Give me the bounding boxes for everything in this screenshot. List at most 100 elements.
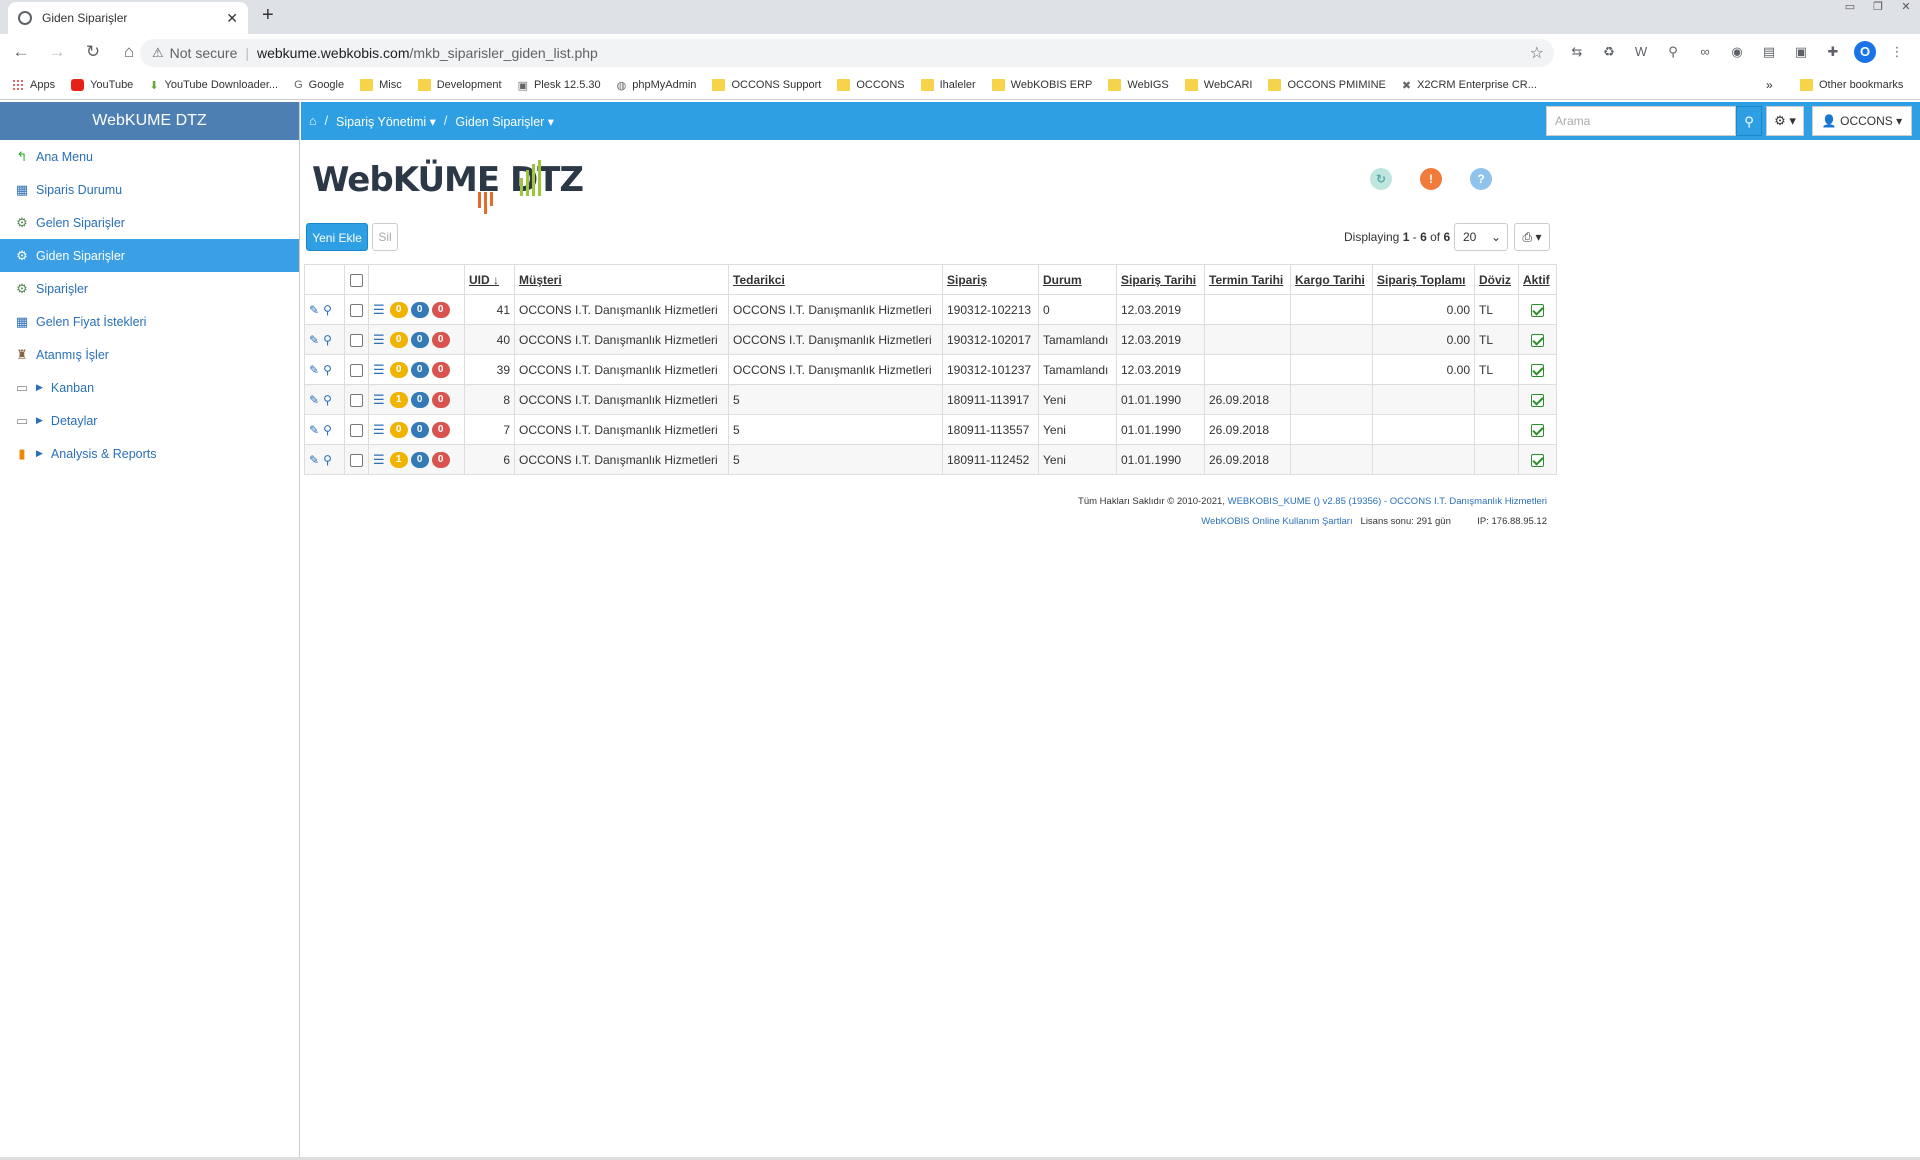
bookmark-x2crm[interactable]: ✖ X2CRM Enterprise CR...: [1402, 79, 1537, 92]
bookmark-webkobis-erp[interactable]: WebKOBIS ERP: [991, 78, 1092, 91]
aktif-checkbox[interactable]: [1531, 333, 1544, 347]
header-uid[interactable]: UID ↓: [464, 264, 515, 295]
bookmark-phpmyadmin[interactable]: ◍ phpMyAdmin: [617, 79, 697, 92]
breadcrumb-giden-siparisler[interactable]: Giden Siparişler ▾: [455, 114, 554, 129]
header-termin-tarihi[interactable]: Termin Tarihi: [1204, 264, 1291, 295]
header-siparis-tarihi[interactable]: Sipariş Tarihi: [1116, 264, 1205, 295]
badge-red[interactable]: 0: [431, 391, 450, 408]
edit-pencil-icon[interactable]: ✎: [309, 333, 319, 347]
badge-blue[interactable]: 0: [410, 421, 429, 438]
edit-pencil-icon[interactable]: ✎: [309, 363, 319, 377]
terms-link[interactable]: WebKOBIS Online Kullanım Şartları: [1201, 516, 1352, 527]
row-checkbox[interactable]: [350, 333, 363, 347]
bookmark-google[interactable]: G Google: [294, 79, 344, 91]
list-icon[interactable]: ☰: [373, 302, 385, 318]
aktif-checkbox[interactable]: [1531, 453, 1544, 467]
html-extension-icon[interactable]: ▤: [1758, 41, 1780, 63]
add-new-button[interactable]: Yeni Ekle: [306, 223, 368, 251]
sidebar-item-siparis-durumu[interactable]: ▦ Siparis Durumu: [0, 173, 299, 206]
user-menu-button[interactable]: 👤 OCCONS ▾: [1812, 106, 1912, 136]
back-icon[interactable]: ←: [6, 42, 36, 62]
list-icon[interactable]: ☰: [373, 392, 385, 408]
refresh-circle-icon[interactable]: ↻: [1370, 168, 1392, 190]
sidebar-brand[interactable]: WebKUME DTZ: [0, 102, 299, 140]
badge-yellow[interactable]: 0: [389, 361, 408, 378]
bookmark-youtube-downloader[interactable]: ⬇ YouTube Downloader...: [149, 79, 278, 92]
delete-button[interactable]: Sil: [372, 223, 398, 251]
view-magnifier-icon[interactable]: ⚲: [323, 333, 332, 347]
search-icon[interactable]: ⚲: [1736, 106, 1762, 136]
badge-yellow[interactable]: 0: [389, 421, 408, 438]
sidebar-item-kanban[interactable]: ▭ ▶ Kanban: [0, 371, 299, 404]
badge-red[interactable]: 0: [431, 301, 450, 318]
header-doviz[interactable]: Döviz: [1474, 264, 1519, 295]
header-tedarikci[interactable]: Tedarikci: [728, 264, 943, 295]
badge-red[interactable]: 0: [431, 331, 450, 348]
search-input[interactable]: Arama: [1546, 106, 1736, 136]
close-window-icon[interactable]: ✕: [1892, 0, 1920, 18]
sidebar-item-atanmis-isler[interactable]: ♜ Atanmış İşler: [0, 338, 299, 371]
wordpress-extension-icon[interactable]: W: [1630, 41, 1652, 63]
badge-yellow[interactable]: 1: [389, 391, 408, 408]
bookmark-webigs[interactable]: WebIGS: [1108, 78, 1169, 91]
header-kargo-tarihi[interactable]: Kargo Tarihi: [1290, 264, 1373, 295]
alert-circle-icon[interactable]: !: [1420, 168, 1442, 190]
bookmark-ihaleler[interactable]: Ihaleler: [920, 78, 976, 91]
list-icon[interactable]: ☰: [373, 362, 385, 378]
address-bar[interactable]: ⚠ Not secure | webkume.webkobis.com/mkb_…: [140, 39, 1554, 67]
sidebar-item-siparisler[interactable]: ⚙ Siparişler: [0, 272, 299, 305]
page-size-select[interactable]: 20 ⌄: [1454, 223, 1508, 251]
select-all-checkbox[interactable]: [350, 273, 363, 287]
header-siparis[interactable]: Sipariş: [942, 264, 1039, 295]
sidebar-item-giden-siparisler[interactable]: ⚙ Giden Siparişler: [0, 239, 299, 272]
row-checkbox[interactable]: [350, 363, 363, 377]
bookmark-development[interactable]: Development: [417, 78, 502, 91]
bookmark-plesk[interactable]: ▣ Plesk 12.5.30: [518, 79, 601, 92]
pin-extension-icon[interactable]: ⚲: [1662, 41, 1684, 63]
bookmarks-overflow-button[interactable]: »: [1766, 78, 1773, 92]
edit-pencil-icon[interactable]: ✎: [309, 303, 319, 317]
bookmark-occons[interactable]: OCCONS: [837, 78, 905, 91]
sidebar-item-analysis-reports[interactable]: ▮ ▶ Analysis & Reports: [0, 437, 299, 470]
bookmark-occons-support[interactable]: OCCONS Support: [712, 78, 821, 91]
badge-yellow[interactable]: 0: [389, 301, 408, 318]
pdf-extension-icon[interactable]: ▣: [1790, 41, 1812, 63]
badge-blue[interactable]: 0: [410, 301, 429, 318]
badge-yellow[interactable]: 0: [389, 331, 408, 348]
view-magnifier-icon[interactable]: ⚲: [323, 363, 332, 377]
row-checkbox[interactable]: [350, 303, 363, 317]
bookmark-apps[interactable]: Apps: [12, 78, 55, 91]
bookmark-star-icon[interactable]: ☆: [1530, 43, 1544, 63]
help-circle-icon[interactable]: ?: [1470, 168, 1492, 190]
view-magnifier-icon[interactable]: ⚲: [323, 303, 332, 317]
print-dropdown-button[interactable]: ⎙ ▾: [1514, 223, 1550, 251]
badge-red[interactable]: 0: [431, 361, 450, 378]
row-checkbox[interactable]: [350, 393, 363, 407]
sidebar-item-gelen-siparisler[interactable]: ⚙ Gelen Siparişler: [0, 206, 299, 239]
browser-menu-icon[interactable]: ⋮: [1886, 41, 1908, 63]
header-aktif[interactable]: Aktif: [1518, 264, 1557, 295]
forward-icon[interactable]: →: [42, 42, 72, 62]
header-durum[interactable]: Durum: [1038, 264, 1117, 295]
aktif-checkbox[interactable]: [1531, 393, 1544, 407]
edit-pencil-icon[interactable]: ✎: [309, 423, 319, 437]
edit-pencil-icon[interactable]: ✎: [309, 393, 319, 407]
bookmark-occons-pmimine[interactable]: OCCONS PMIMINE: [1268, 78, 1386, 91]
bookmark-misc[interactable]: Misc: [360, 78, 402, 91]
bookmark-webcari[interactable]: WebCARI: [1184, 78, 1252, 91]
other-bookmarks[interactable]: Other bookmarks: [1800, 70, 1903, 100]
infinity-extension-icon[interactable]: ∞: [1694, 41, 1716, 63]
view-magnifier-icon[interactable]: ⚲: [323, 423, 332, 437]
profile-avatar[interactable]: O: [1854, 41, 1876, 63]
row-checkbox[interactable]: [350, 423, 363, 437]
new-tab-button[interactable]: +: [262, 4, 274, 27]
home-icon[interactable]: ⌂: [309, 114, 317, 128]
browser-tab-active[interactable]: Giden Siparişler ✕: [8, 2, 248, 34]
badge-red[interactable]: 0: [431, 421, 450, 438]
list-icon[interactable]: ☰: [373, 332, 385, 348]
view-magnifier-icon[interactable]: ⚲: [323, 393, 332, 407]
list-icon[interactable]: ☰: [373, 422, 385, 438]
close-tab-icon[interactable]: ✕: [226, 10, 238, 27]
minimize-icon[interactable]: ▭: [1836, 0, 1864, 18]
bookmark-youtube[interactable]: YouTube: [71, 78, 133, 91]
